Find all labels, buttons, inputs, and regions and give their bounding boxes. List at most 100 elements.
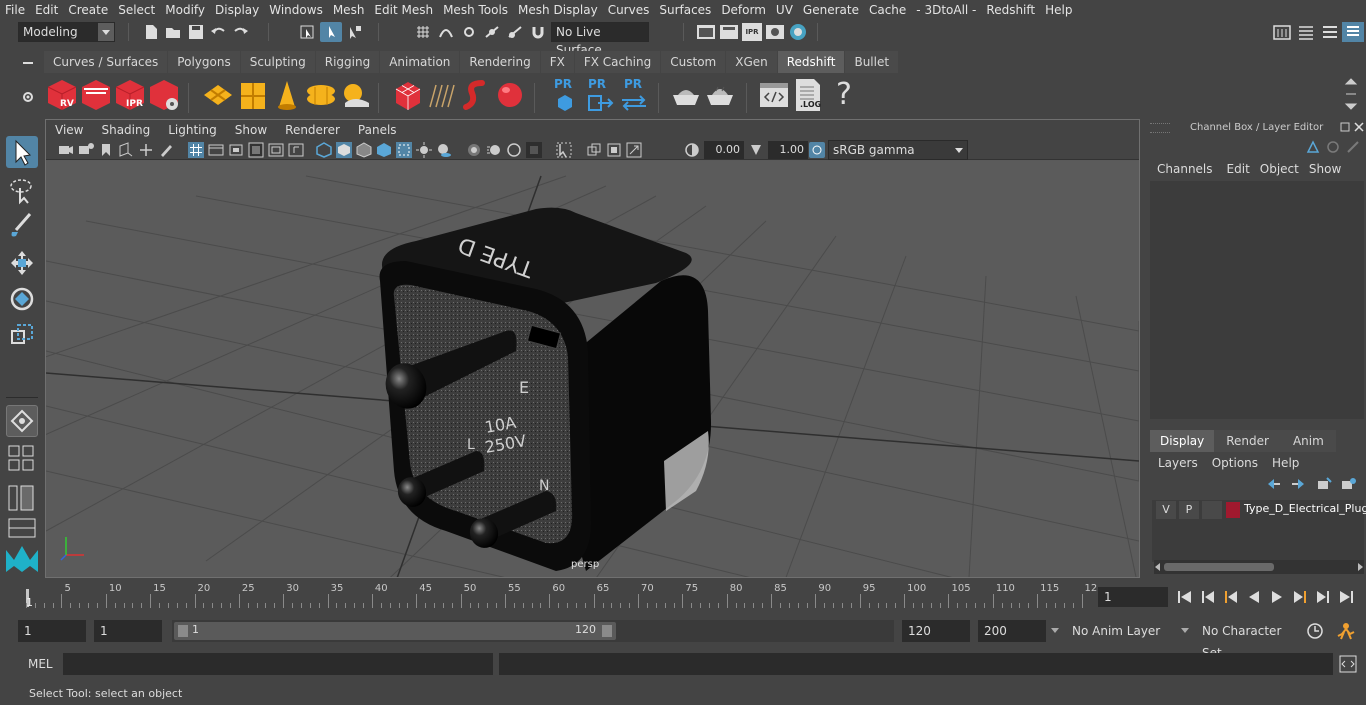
- select-hierarchy-icon[interactable]: [298, 23, 316, 41]
- tab-sculpting[interactable]: Sculpting: [240, 51, 315, 73]
- new-scene-icon[interactable]: [142, 23, 160, 41]
- layer-name[interactable]: Type_D_Electrical_Plug: [1244, 502, 1366, 515]
- viewport-menu-renderer[interactable]: Renderer: [276, 123, 349, 137]
- layer-menu-help[interactable]: Help: [1262, 456, 1309, 470]
- attribute-editor-toggle-icon[interactable]: [1296, 23, 1316, 41]
- layer-list-scrollbar[interactable]: [1154, 560, 1364, 574]
- mode-dropdown[interactable]: Modeling: [18, 22, 115, 42]
- shelf-settings-gear-icon[interactable]: [21, 90, 35, 104]
- wireframe-on-shaded-icon[interactable]: [356, 142, 372, 158]
- animation-start-field[interactable]: 1: [18, 620, 86, 642]
- channel-box-toggle-button[interactable]: [1342, 22, 1364, 42]
- menu-select[interactable]: Select: [113, 0, 160, 20]
- redshift-portal-light-icon[interactable]: [237, 77, 269, 113]
- shelf-scroll-icon[interactable]: [1343, 76, 1359, 112]
- play-forwards-icon[interactable]: [1268, 589, 1286, 605]
- range-slider-handle[interactable]: 1 120: [174, 622, 616, 640]
- redshift-volume-icon[interactable]: [460, 77, 492, 113]
- snap-point-icon[interactable]: [460, 23, 478, 41]
- viewport-menu-shading[interactable]: Shading: [92, 123, 159, 137]
- panel-drag-handle[interactable]: [1150, 123, 1170, 133]
- redshift-batch-render-button[interactable]: [80, 77, 112, 113]
- exposure-field[interactable]: 0.00: [704, 141, 744, 159]
- menu-edit[interactable]: Edit: [30, 0, 63, 20]
- redshift-sphere-icon[interactable]: [494, 77, 526, 113]
- float-panel-icon[interactable]: [1340, 122, 1350, 132]
- hypershade-icon[interactable]: [765, 23, 785, 41]
- viewport-scene[interactable]: TYPE D E 10A 250V L N persp: [46, 161, 1139, 577]
- resolution-gate-icon[interactable]: [228, 142, 244, 158]
- auto-key-icon[interactable]: [1306, 622, 1324, 640]
- bookmark-icon[interactable]: [98, 142, 114, 158]
- viewport-menu-lighting[interactable]: Lighting: [159, 123, 226, 137]
- range-handle-left-grip[interactable]: [178, 625, 188, 637]
- camera-select-icon[interactable]: [58, 142, 74, 158]
- grid-toggle-icon[interactable]: [188, 142, 204, 158]
- render-settings-icon[interactable]: [696, 23, 716, 41]
- step-back-key-icon[interactable]: [1222, 589, 1240, 605]
- workspace-icon[interactable]: [1272, 23, 1292, 41]
- menu-uv[interactable]: UV: [771, 0, 798, 20]
- redshift-pr-button-2[interactable]: PR: [584, 77, 616, 113]
- frame-selection-icon[interactable]: [606, 142, 622, 158]
- redshift-area-light-icon[interactable]: [202, 77, 234, 113]
- close-icon[interactable]: [1354, 122, 1364, 132]
- tab-bullet[interactable]: Bullet: [845, 51, 899, 73]
- rotate-tool-icon[interactable]: [6, 283, 38, 315]
- redshift-physical-light-icon[interactable]: [271, 77, 303, 113]
- range-handle-right-grip[interactable]: [602, 625, 612, 637]
- exposure-icon[interactable]: [684, 142, 700, 158]
- menu-cache[interactable]: Cache: [864, 0, 911, 20]
- step-forward-icon[interactable]: [1314, 589, 1332, 605]
- current-frame-field[interactable]: 1: [1098, 587, 1168, 607]
- scale-tool-icon[interactable]: [6, 319, 38, 351]
- step-forward-key-icon[interactable]: [1291, 589, 1309, 605]
- step-back-icon[interactable]: [1199, 589, 1217, 605]
- viewport-panel[interactable]: View Shading Lighting Show Renderer Pane…: [45, 119, 1140, 578]
- menu-redshift[interactable]: Redshift: [981, 0, 1040, 20]
- camera-attributes-icon[interactable]: [78, 142, 94, 158]
- redshift-dome-light-icon[interactable]: [305, 77, 337, 113]
- menu-file[interactable]: File: [0, 0, 30, 20]
- shadows-icon[interactable]: [436, 142, 452, 158]
- menu-deform[interactable]: Deform: [716, 0, 771, 20]
- menu-mesh-display[interactable]: Mesh Display: [513, 0, 603, 20]
- channel-list[interactable]: [1150, 181, 1364, 419]
- gate-mask-icon[interactable]: [248, 142, 264, 158]
- open-scene-icon[interactable]: [164, 23, 182, 41]
- menu-generate[interactable]: Generate: [798, 0, 864, 20]
- channel-box-menu-channels[interactable]: Channels: [1148, 162, 1222, 176]
- ambient-occlusion-icon[interactable]: [466, 142, 482, 158]
- two-d-pan-icon[interactable]: [138, 142, 154, 158]
- depth-of-field-icon[interactable]: [526, 142, 542, 158]
- redshift-log-button[interactable]: .LOG: [792, 77, 824, 113]
- paint-select-tool-icon[interactable]: [6, 210, 38, 242]
- channel-box-menu-object[interactable]: Object: [1255, 162, 1304, 176]
- layer-color-swatch[interactable]: [1226, 502, 1240, 518]
- viewport-menu-panels[interactable]: Panels: [349, 123, 406, 137]
- menu-3dtoall[interactable]: - 3DtoAll -: [911, 0, 981, 20]
- color-management-icon[interactable]: [809, 142, 825, 158]
- script-editor-icon[interactable]: [1339, 655, 1357, 673]
- isolate-select-icon[interactable]: [556, 142, 572, 158]
- image-plane-icon[interactable]: [118, 142, 134, 158]
- animation-preferences-icon[interactable]: [1336, 622, 1356, 640]
- snap-curve-icon[interactable]: [437, 23, 455, 41]
- tab-fx[interactable]: FX: [540, 51, 574, 73]
- layer-playback-toggle[interactable]: P: [1179, 501, 1199, 519]
- menu-modify[interactable]: Modify: [160, 0, 210, 20]
- move-tool-icon[interactable]: [6, 247, 38, 279]
- snap-view-plane-icon[interactable]: [483, 23, 501, 41]
- tab-redshift[interactable]: Redshift: [777, 51, 845, 73]
- anim-layer-dropdown[interactable]: No Anim Layer: [1066, 620, 1176, 642]
- layer-menu-options[interactable]: Options: [1208, 456, 1262, 470]
- channel-box-menu-edit[interactable]: Edit: [1222, 162, 1255, 176]
- tab-fx-caching[interactable]: FX Caching: [574, 51, 661, 73]
- type-d-plug-model[interactable]: TYPE D E 10A 250V L N: [336, 201, 776, 571]
- command-input[interactable]: [63, 653, 493, 675]
- layout-outliner-icon[interactable]: [8, 485, 36, 513]
- render-view-icon[interactable]: [788, 23, 808, 41]
- layer-menu-layers[interactable]: Layers: [1148, 456, 1208, 470]
- zoom-region-icon[interactable]: [626, 142, 642, 158]
- redshift-bake-icon[interactable]: [670, 77, 702, 113]
